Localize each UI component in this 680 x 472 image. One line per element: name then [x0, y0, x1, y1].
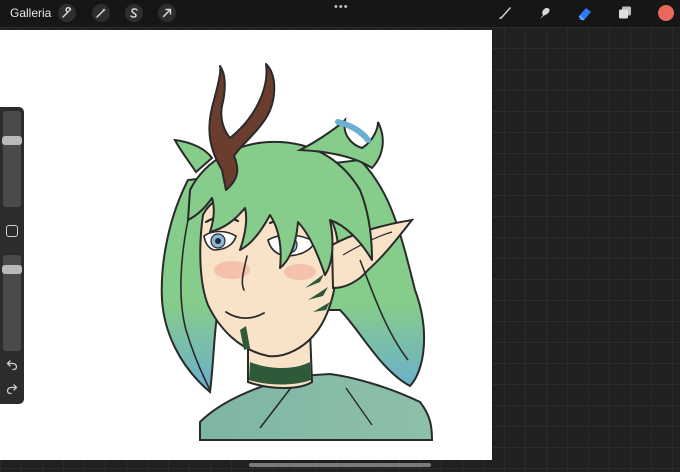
redo-icon[interactable]	[6, 383, 18, 398]
left-sidebar	[0, 107, 24, 404]
color-swatch[interactable]	[658, 5, 674, 21]
opacity-thumb[interactable]	[2, 265, 22, 275]
character-artwork	[160, 63, 434, 441]
more-options-icon[interactable]: •••	[334, 1, 349, 13]
magic-wand-icon[interactable]	[92, 4, 110, 22]
wrench-icon[interactable]	[58, 4, 76, 22]
selection-s-icon[interactable]	[125, 4, 143, 22]
modify-button[interactable]	[6, 225, 18, 237]
top-toolbar: Galleria •••	[0, 0, 680, 27]
eraser-icon[interactable]	[576, 4, 594, 22]
brush-icon[interactable]	[496, 4, 514, 22]
drawing-canvas[interactable]	[0, 30, 492, 460]
undo-icon[interactable]	[6, 359, 18, 374]
home-indicator	[249, 463, 431, 467]
brush-size-thumb[interactable]	[2, 136, 22, 146]
layers-icon[interactable]	[616, 4, 634, 22]
smudge-icon[interactable]	[536, 4, 554, 22]
gallery-button[interactable]: Galleria	[10, 6, 51, 20]
transform-arrow-icon[interactable]	[158, 4, 176, 22]
brush-size-slider[interactable]	[3, 111, 21, 207]
